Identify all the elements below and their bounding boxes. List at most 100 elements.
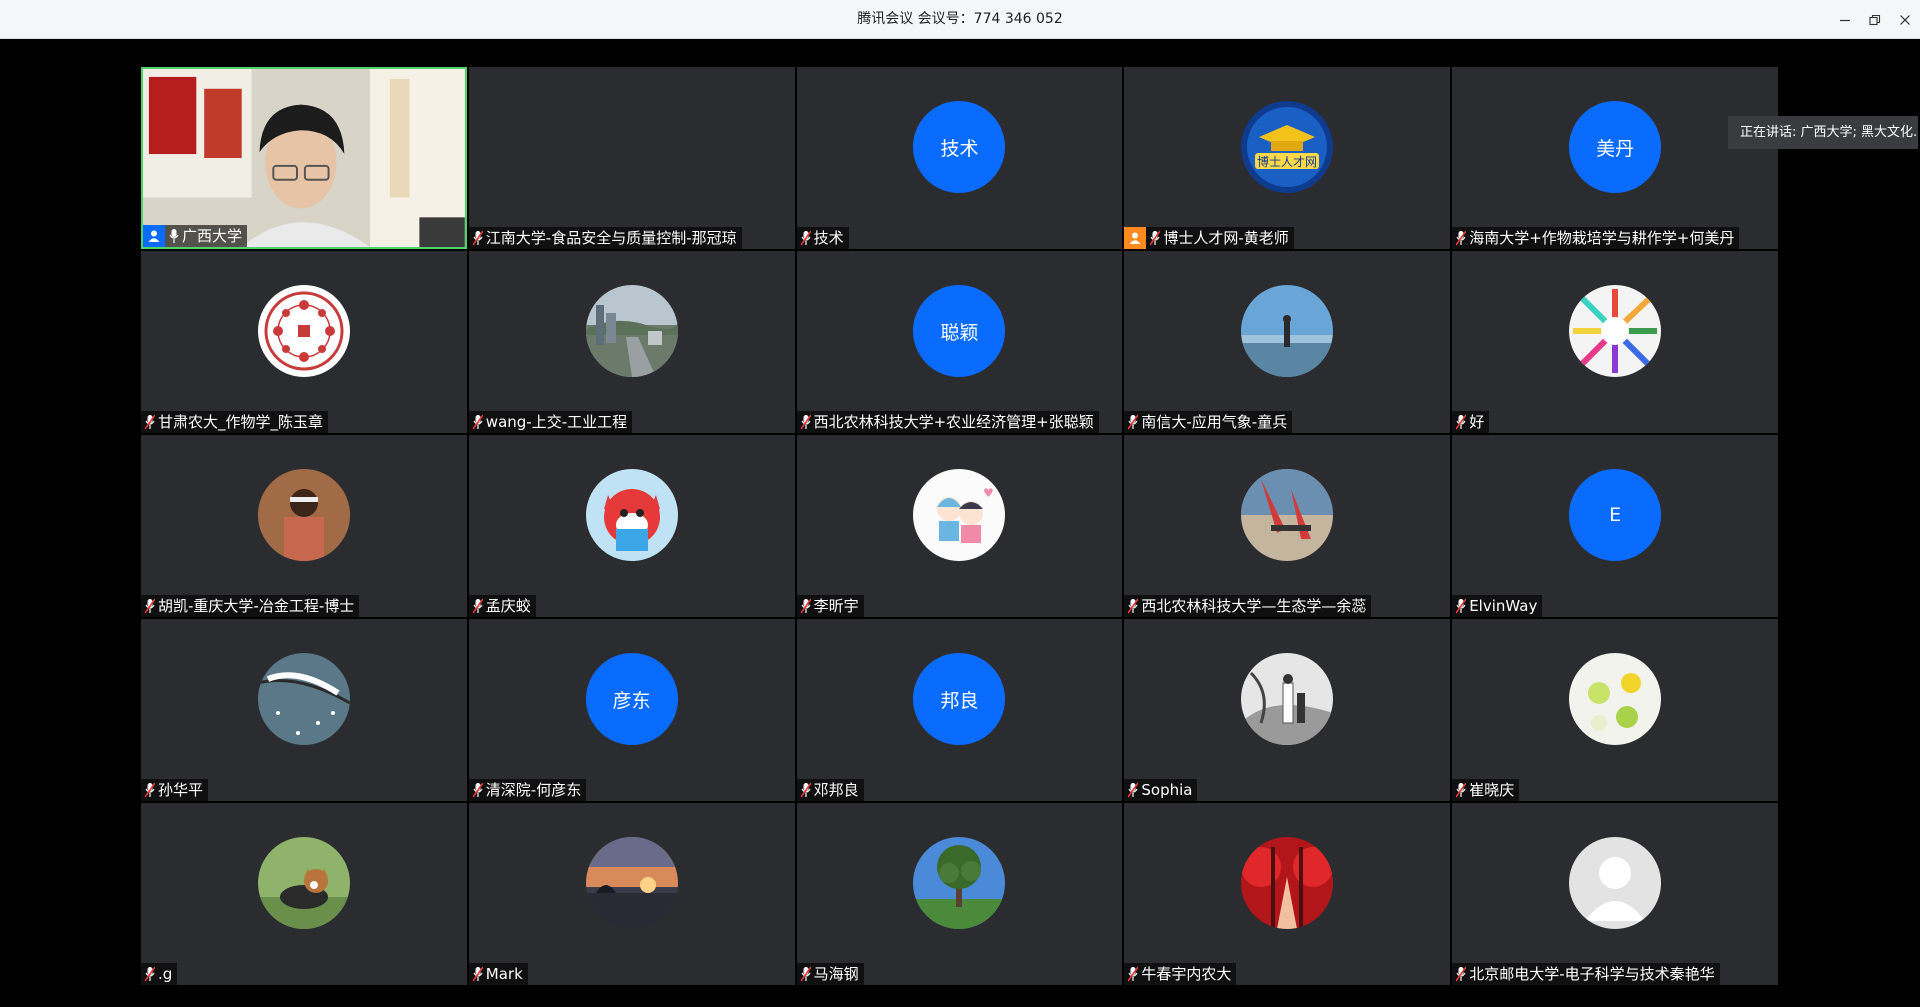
mic-muted-icon bbox=[471, 411, 485, 433]
participant-name: 崔晓庆 bbox=[1469, 781, 1515, 799]
mic-muted-icon bbox=[1126, 963, 1140, 985]
name-label-bar: Sophia bbox=[1124, 779, 1198, 801]
participant-name: 孙华平 bbox=[158, 781, 204, 799]
participant-name: 胡凯-重庆大学-冶金工程-博士 bbox=[158, 597, 355, 615]
window-title: 腾讯会议 会议号：774 346 052 bbox=[857, 11, 1063, 27]
mic-muted-icon bbox=[1454, 595, 1468, 617]
name-label-bar: 博士人才网-黄老师 bbox=[1124, 227, 1294, 249]
participant-name: 南信大-应用气象-童兵 bbox=[1141, 413, 1288, 431]
name-label-bar: ElvinWay bbox=[1452, 595, 1543, 617]
lemons-image bbox=[1569, 653, 1662, 745]
participant-tile[interactable]: 聪颖西北农林科技大学+农业经济管理+张聪颖 bbox=[796, 251, 1123, 433]
participant-tile[interactable]: 广西大学 bbox=[141, 67, 467, 249]
mic-muted-icon bbox=[143, 595, 157, 617]
mic-muted-icon bbox=[1454, 411, 1468, 433]
name-label-bar: 海南大学+作物栽培学与耕作学+何美丹 bbox=[1452, 227, 1740, 249]
close-button[interactable] bbox=[1890, 0, 1920, 39]
participant-tile[interactable]: 孟庆蛟 bbox=[468, 435, 795, 617]
participant-name: .g bbox=[158, 965, 173, 983]
close-icon bbox=[1900, 14, 1910, 25]
mic-muted-icon bbox=[1126, 411, 1140, 433]
mic-muted-icon bbox=[1126, 779, 1140, 801]
name-label-bar: 甘肃农大_作物学_陈玉章 bbox=[141, 411, 329, 433]
avatar: 聪颖 bbox=[913, 285, 1006, 377]
video-feed bbox=[143, 69, 465, 247]
ink-painting-image bbox=[1241, 653, 1334, 745]
participant-tile[interactable]: 好 bbox=[1452, 251, 1778, 433]
participant-name: 甘肃农大_作物学_陈玉章 bbox=[158, 413, 324, 431]
mic-muted-icon bbox=[471, 595, 485, 617]
name-label-bar: 西北农林科技大学+农业经济管理+张聪颖 bbox=[796, 411, 1099, 433]
name-label-bar: 清深院-何彦东 bbox=[468, 779, 587, 801]
beach-image bbox=[1241, 285, 1334, 377]
name-label-bar: 北京邮电大学-电子科学与技术秦艳华 bbox=[1452, 963, 1720, 985]
dancer-image bbox=[1241, 469, 1334, 561]
mic-muted-icon bbox=[1148, 227, 1162, 249]
window-controls bbox=[1830, 0, 1920, 39]
snow-branch-image bbox=[257, 653, 350, 745]
city-image bbox=[585, 285, 678, 377]
participant-tile[interactable]: 西北农林科技大学—生态学—余蕊 bbox=[1124, 435, 1451, 617]
name-label-bar: wang-上交-工业工程 bbox=[468, 411, 633, 433]
participant-tile[interactable]: 美丹 海南大学+作物栽培学与耕作学+何美丹 bbox=[1452, 67, 1778, 249]
participant-tile[interactable]: wang-上交-工业工程 bbox=[468, 251, 795, 433]
participant-name: 西北农林科技大学+农业经济管理+张聪颖 bbox=[813, 413, 1094, 431]
svg-text:♥: ♥ bbox=[983, 486, 994, 500]
seal-image bbox=[257, 285, 350, 377]
title-bar: 腾讯会议 会议号：774 346 052 bbox=[0, 0, 1920, 39]
red-forest-image bbox=[1241, 837, 1334, 929]
portrait-image bbox=[257, 469, 350, 561]
participant-tile[interactable]: 邦良 邓邦良 bbox=[796, 619, 1123, 801]
participant-tile[interactable]: 马海钢 bbox=[796, 803, 1123, 985]
mic-muted-icon bbox=[143, 963, 157, 985]
participant-tile[interactable]: ♥ 李昕宇 bbox=[796, 435, 1123, 617]
cartoon-fox-image bbox=[585, 469, 678, 561]
name-label-bar: 好 bbox=[1452, 411, 1490, 433]
name-label-bar: 江南大学-食品安全与质量控制-那冠琼 bbox=[468, 227, 742, 249]
participant-tile[interactable]: 技术 技术 bbox=[796, 67, 1123, 249]
name-label-bar: 李昕宇 bbox=[796, 595, 864, 617]
participant-tile[interactable]: 南信大-应用气象-童兵 bbox=[1124, 251, 1451, 433]
participant-tile[interactable]: 博士人才网 博士人才网-黄老师 bbox=[1124, 67, 1451, 249]
participant-tile[interactable]: 孙华平 bbox=[141, 619, 467, 801]
participant-tile[interactable]: Sophia bbox=[1124, 619, 1451, 801]
avatar: E bbox=[1569, 469, 1662, 561]
participant-name: 海南大学+作物栽培学与耕作学+何美丹 bbox=[1469, 229, 1735, 247]
participant-grid: 广西大学 江南大学-食品安全与质量控制-那冠琼 技术 技术 博士人才网 博士人才网-黄老师… bbox=[141, 67, 1778, 985]
participant-name: 孟庆蛟 bbox=[485, 597, 531, 615]
mic-muted-icon bbox=[1454, 779, 1468, 801]
name-label-bar: 南信大-应用气象-童兵 bbox=[1124, 411, 1293, 433]
sunset-image bbox=[585, 837, 678, 929]
mic-muted-icon bbox=[1126, 595, 1140, 617]
participant-tile[interactable]: 彦东清深院-何彦东 bbox=[468, 619, 795, 801]
participant-tile[interactable]: 甘肃农大_作物学_陈玉章 bbox=[141, 251, 467, 433]
mic-muted-icon bbox=[799, 963, 813, 985]
participant-tile[interactable]: 牛春宇内农大 bbox=[1124, 803, 1451, 985]
minimize-button[interactable] bbox=[1830, 0, 1860, 39]
participant-name: 技术 bbox=[813, 229, 844, 247]
avatar: 彦东 bbox=[585, 653, 678, 745]
participant-name: 博士人才网-黄老师 bbox=[1163, 229, 1289, 247]
participant-tile[interactable]: Mark bbox=[468, 803, 795, 985]
participant-name: wang-上交-工业工程 bbox=[485, 413, 628, 431]
cartoon-couple-image: ♥ bbox=[913, 469, 1006, 561]
participant-name: 好 bbox=[1469, 413, 1485, 431]
restore-button[interactable] bbox=[1860, 0, 1890, 39]
mic-muted-icon bbox=[799, 595, 813, 617]
dog-image bbox=[257, 837, 350, 929]
participant-tile[interactable]: 江南大学-食品安全与质量控制-那冠琼 bbox=[468, 67, 795, 249]
participant-tile[interactable]: E ElvinWay bbox=[1452, 435, 1778, 617]
participant-name: 江南大学-食品安全与质量控制-那冠琼 bbox=[485, 229, 737, 247]
mic-muted-icon bbox=[471, 779, 485, 801]
participant-name: ElvinWay bbox=[1469, 597, 1538, 615]
participant-tile[interactable]: .g bbox=[141, 803, 467, 985]
name-label-bar: 西北农林科技大学—生态学—余蕊 bbox=[1124, 595, 1372, 617]
participant-tile[interactable]: 崔晓庆 bbox=[1452, 619, 1778, 801]
mic-icon bbox=[167, 225, 181, 247]
restore-icon bbox=[1869, 14, 1881, 25]
name-label-bar: 邓邦良 bbox=[796, 779, 864, 801]
participant-tile[interactable]: 北京邮电大学-电子科学与技术秦艳华 bbox=[1452, 803, 1778, 985]
pencils-image bbox=[1569, 285, 1662, 377]
participant-tile[interactable]: 胡凯-重庆大学-冶金工程-博士 bbox=[141, 435, 467, 617]
participant-name: 西北农林科技大学—生态学—余蕊 bbox=[1141, 597, 1367, 615]
